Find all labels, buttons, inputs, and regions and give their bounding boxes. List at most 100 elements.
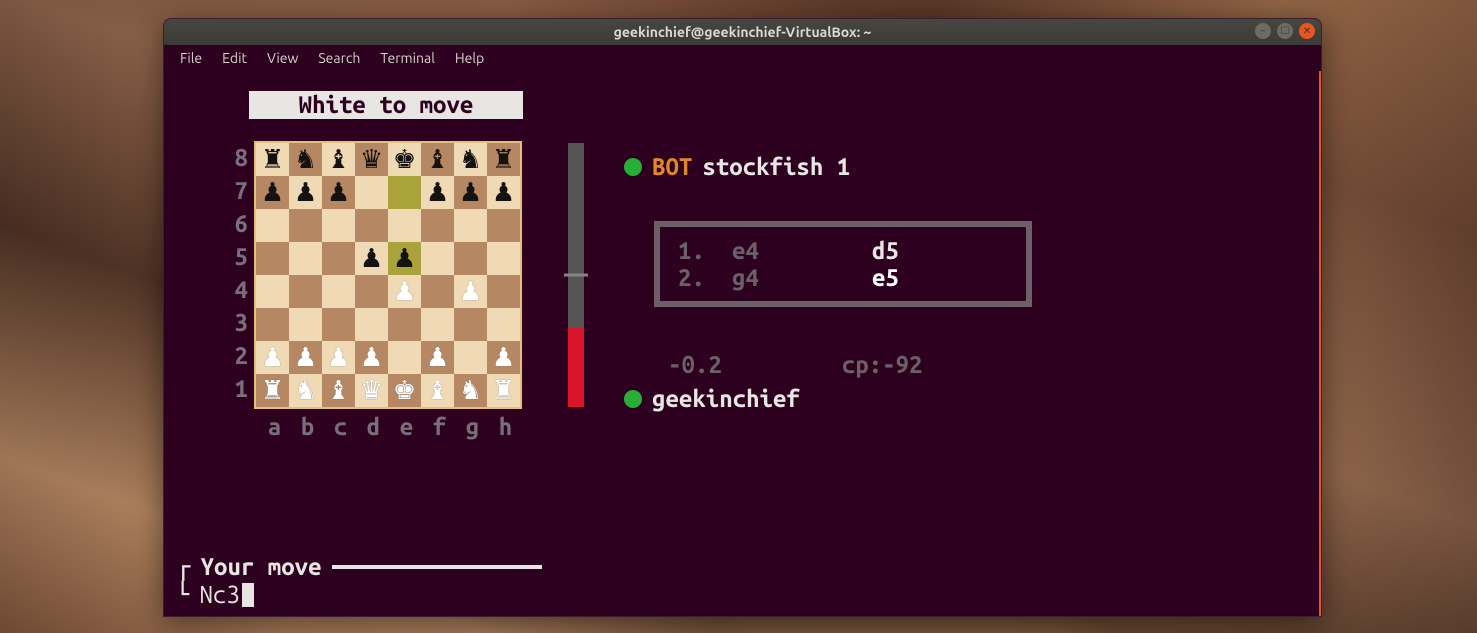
window-close-button[interactable]: ✕: [1299, 23, 1315, 39]
board-square[interactable]: ♟: [289, 341, 322, 374]
board-square[interactable]: [421, 275, 454, 308]
window-minimize-button[interactable]: –: [1255, 23, 1271, 39]
board-square[interactable]: ♟: [355, 341, 388, 374]
menu-view[interactable]: View: [259, 48, 306, 68]
board-square[interactable]: ♟: [454, 275, 487, 308]
board-square[interactable]: ♝: [322, 143, 355, 176]
board-square[interactable]: ♟: [256, 341, 289, 374]
board-square[interactable]: ♜: [256, 143, 289, 176]
rank-label: 5: [224, 240, 248, 273]
board-square[interactable]: ♟: [487, 341, 520, 374]
board-square[interactable]: ♜: [487, 143, 520, 176]
chess-board[interactable]: ♜♞♝♛♚♝♞♜♟♟♟♟♟♟♟♟♟♟♟♟♟♟♟♟♜♞♝♛♚♝♞♜: [254, 141, 522, 409]
black-move: e5: [872, 264, 899, 291]
board-square[interactable]: [421, 209, 454, 242]
move-input[interactable]: Nc3: [199, 581, 239, 608]
board-square[interactable]: ♞: [289, 143, 322, 176]
opponent-name: stockfish 1: [702, 153, 850, 180]
board-square[interactable]: ♝: [322, 374, 355, 407]
black-r-piece-icon: ♜: [492, 147, 515, 173]
file-label: b: [291, 413, 324, 440]
board-square[interactable]: [454, 341, 487, 374]
board-square[interactable]: [388, 308, 421, 341]
board-square[interactable]: [355, 308, 388, 341]
board-square[interactable]: ♚: [388, 143, 421, 176]
board-square[interactable]: ♟: [322, 341, 355, 374]
window-controls: – ☐ ✕: [1255, 23, 1315, 39]
evaluation-bar: [568, 143, 584, 407]
black-p-piece-icon: ♟: [261, 180, 284, 206]
menu-terminal[interactable]: Terminal: [372, 48, 443, 68]
board-square[interactable]: [421, 308, 454, 341]
board-square[interactable]: ♟: [256, 176, 289, 209]
turn-indicator: White to move: [249, 91, 523, 119]
board-square[interactable]: [487, 242, 520, 275]
board-square[interactable]: ♝: [421, 143, 454, 176]
board-square[interactable]: ♟: [421, 341, 454, 374]
board-square[interactable]: [487, 308, 520, 341]
board-square[interactable]: [388, 176, 421, 209]
board-square[interactable]: [487, 275, 520, 308]
text-cursor-icon: [242, 583, 254, 607]
board-square[interactable]: [256, 209, 289, 242]
board-square[interactable]: [454, 308, 487, 341]
board-square[interactable]: ♟: [487, 176, 520, 209]
board-square[interactable]: [322, 275, 355, 308]
board-square[interactable]: ♟: [454, 176, 487, 209]
board-square[interactable]: ♟: [289, 176, 322, 209]
board-square[interactable]: [256, 275, 289, 308]
board-square[interactable]: [322, 209, 355, 242]
move-prompt: ┌ Your move └ Nc3: [176, 552, 1307, 608]
black-p-piece-icon: ♟: [459, 180, 482, 206]
board-square[interactable]: ♛: [355, 374, 388, 407]
board-square[interactable]: ♟: [322, 176, 355, 209]
window-titlebar[interactable]: geekinchief@geekinchief-VirtualBox: ~ – …: [164, 19, 1321, 45]
menu-search[interactable]: Search: [310, 48, 368, 68]
board-square[interactable]: [289, 242, 322, 275]
white-p-piece-icon: ♟: [492, 345, 515, 371]
board-square[interactable]: [322, 308, 355, 341]
black-k-piece-icon: ♚: [393, 147, 416, 173]
board-square[interactable]: [454, 242, 487, 275]
board-square[interactable]: ♚: [388, 374, 421, 407]
menubar: File Edit View Search Terminal Help: [164, 45, 1321, 71]
board-square[interactable]: [289, 209, 322, 242]
board-square[interactable]: [256, 242, 289, 275]
board-square[interactable]: ♟: [421, 176, 454, 209]
menu-file[interactable]: File: [172, 48, 210, 68]
board-square[interactable]: [256, 308, 289, 341]
board-square[interactable]: [355, 275, 388, 308]
board-square[interactable]: [454, 209, 487, 242]
terminal-body[interactable]: White to move 87654321 ♜♞♝♛♚♝♞♜♟♟♟♟♟♟♟♟♟…: [164, 71, 1321, 616]
board-square[interactable]: [355, 176, 388, 209]
black-p-piece-icon: ♟: [393, 246, 416, 272]
board-square[interactable]: ♜: [487, 374, 520, 407]
box-corner-icon: └: [176, 581, 189, 608]
board-square[interactable]: ♟: [355, 242, 388, 275]
board-square[interactable]: ♞: [454, 374, 487, 407]
menu-help[interactable]: Help: [447, 48, 492, 68]
board-square[interactable]: [388, 341, 421, 374]
rank-label: 2: [224, 339, 248, 372]
move-number: 1.: [678, 237, 732, 264]
board-square[interactable]: [289, 308, 322, 341]
board-square[interactable]: ♝: [421, 374, 454, 407]
board-square[interactable]: ♞: [454, 143, 487, 176]
board-square[interactable]: ♞: [289, 374, 322, 407]
board-square[interactable]: ♛: [355, 143, 388, 176]
self-row: geekinchief: [624, 385, 800, 412]
board-square[interactable]: [289, 275, 322, 308]
board-square[interactable]: [421, 242, 454, 275]
board-square[interactable]: ♟: [388, 242, 421, 275]
window-maximize-button[interactable]: ☐: [1277, 23, 1293, 39]
board-square[interactable]: ♟: [388, 275, 421, 308]
file-label: c: [324, 413, 357, 440]
menu-edit[interactable]: Edit: [214, 48, 255, 68]
board-square[interactable]: ♜: [256, 374, 289, 407]
board-square[interactable]: [355, 209, 388, 242]
board-square[interactable]: [322, 242, 355, 275]
board-square[interactable]: [487, 209, 520, 242]
board-square[interactable]: [388, 209, 421, 242]
self-name: geekinchief: [652, 385, 800, 412]
white-p-piece-icon: ♟: [294, 345, 317, 371]
